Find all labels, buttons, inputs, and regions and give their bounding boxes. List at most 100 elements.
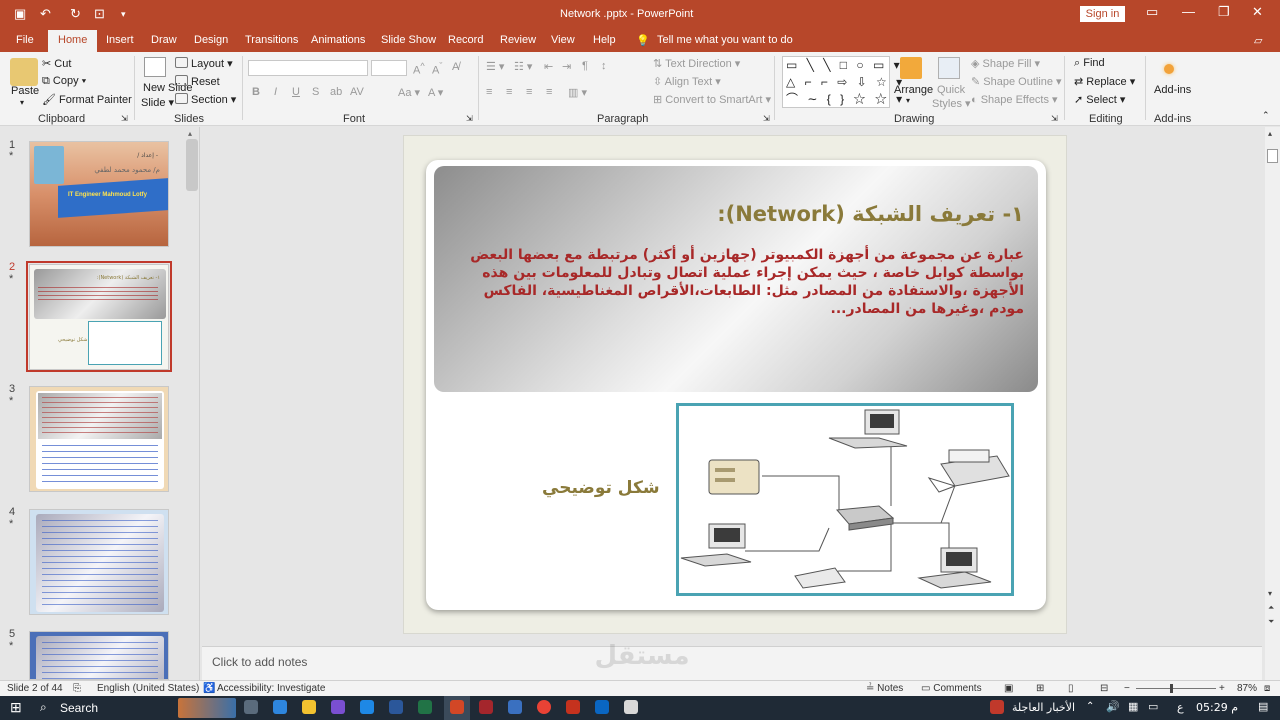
- mail-icon[interactable]: [360, 700, 374, 714]
- zoom-out-button[interactable]: −: [1124, 683, 1130, 694]
- bullets-icon[interactable]: ☰ ▾: [486, 60, 504, 73]
- clipboard-launcher-icon[interactable]: ⇲: [121, 114, 128, 123]
- edge-icon[interactable]: [273, 700, 287, 714]
- arrange-icon[interactable]: [900, 57, 922, 79]
- decrease-indent-icon[interactable]: ⇤: [544, 60, 553, 73]
- underline-icon[interactable]: U: [292, 86, 300, 98]
- diagram-caption[interactable]: شكل توضيحي: [542, 478, 660, 498]
- increase-indent-icon[interactable]: ⇥: [562, 60, 571, 73]
- battery-icon[interactable]: ▭: [1148, 700, 1158, 713]
- zoom-slider-thumb[interactable]: [1170, 684, 1173, 693]
- undo-icon[interactable]: ↶: [40, 6, 51, 22]
- arrange-button[interactable]: Arrange: [894, 84, 933, 96]
- news-icon[interactable]: [990, 700, 1004, 714]
- italic-icon[interactable]: I: [274, 86, 277, 98]
- comments-icon[interactable]: ▱: [1254, 34, 1262, 47]
- new-slide-icon[interactable]: [144, 57, 166, 77]
- slide-thumbnail-3[interactable]: [29, 386, 169, 492]
- paragraph-launcher-icon[interactable]: ⇲: [763, 114, 770, 123]
- visio-icon[interactable]: [508, 700, 522, 714]
- zoom-in-button[interactable]: +: [1219, 683, 1225, 694]
- slide-2[interactable]: ١- تعريف الشبكة (Network): عبارة عن مجمو…: [403, 135, 1067, 634]
- scroll-up-icon[interactable]: ▴: [1268, 129, 1272, 138]
- add-ins-icon[interactable]: [1164, 64, 1174, 74]
- arrange-dropdown-icon[interactable]: ▾: [906, 96, 910, 105]
- line-spacing-icon[interactable]: ↕: [601, 60, 607, 72]
- slide-title[interactable]: ١- تعريف الشبكة (Network):: [717, 202, 1024, 226]
- copy-button[interactable]: ⧉ Copy ▾: [42, 75, 86, 88]
- decrease-font-icon[interactable]: Aˇ: [432, 61, 442, 77]
- customize-qat-icon[interactable]: ▾: [121, 9, 126, 20]
- center-icon[interactable]: ≡: [506, 86, 512, 98]
- language-indicator[interactable]: English (United States): [97, 683, 199, 694]
- numbering-icon[interactable]: ☷ ▾: [514, 60, 532, 73]
- canvas-scrollbar[interactable]: ▴ ▾ ⏶ ⏷: [1265, 127, 1280, 680]
- close-button[interactable]: ✕: [1252, 4, 1263, 20]
- shape-effects-button[interactable]: ◐ Shape Effects ▾: [971, 93, 1058, 106]
- minimize-button[interactable]: —: [1182, 4, 1195, 19]
- notification-icon[interactable]: ▤: [1258, 700, 1268, 713]
- bold-icon[interactable]: B: [252, 86, 260, 98]
- spacing-icon[interactable]: AV: [350, 86, 364, 98]
- sign-in-button[interactable]: Sign in: [1080, 6, 1125, 22]
- tab-file[interactable]: File: [16, 34, 34, 46]
- slideshow-view-icon[interactable]: ⊟: [1100, 683, 1108, 694]
- slide-thumbnail-5[interactable]: [29, 631, 169, 680]
- paste-button[interactable]: Paste: [11, 85, 39, 97]
- slide-sorter-icon[interactable]: ⊞: [1036, 683, 1044, 694]
- format-painter-button[interactable]: 🖌 Format Painter: [42, 93, 132, 106]
- excel-icon[interactable]: [418, 700, 432, 714]
- change-case-icon[interactable]: Aa ▾: [398, 86, 420, 99]
- notes-button[interactable]: ≟ Notes: [866, 683, 903, 694]
- notes-pane[interactable]: Click to add notes مستقل: [202, 641, 1262, 680]
- shapes-gallery[interactable]: ▭ ╲ ╲ □ ○ ▭ ▾ △ ⌐ ⌐ ⇨ ⇩ ☆ ▾ ⌒ ∼ { } ☆ ☆ ▾: [782, 56, 902, 108]
- network-diagram[interactable]: [676, 403, 1014, 596]
- tray-overflow-icon[interactable]: ⌃: [1086, 701, 1094, 712]
- font-size-combo[interactable]: [371, 60, 407, 76]
- task-view-icon[interactable]: [244, 700, 258, 714]
- tab-view[interactable]: View: [551, 34, 575, 46]
- quick-styles-button[interactable]: Styles ▾: [932, 97, 971, 110]
- tab-animations[interactable]: Animations: [311, 34, 365, 46]
- news-ticker[interactable]: الأخبار العاجلة: [1012, 701, 1075, 714]
- taskbar-search[interactable]: Search: [60, 701, 98, 715]
- tab-slide-show[interactable]: Slide Show: [381, 34, 436, 46]
- tab-design[interactable]: Design: [194, 34, 228, 46]
- find-button[interactable]: ⌕ Find: [1074, 57, 1105, 70]
- tab-insert[interactable]: Insert: [106, 34, 134, 46]
- quick-button[interactable]: Quick: [937, 84, 965, 96]
- volume-icon[interactable]: 🔊: [1106, 700, 1120, 713]
- start-from-beginning-icon[interactable]: ⊡: [94, 6, 105, 22]
- paste-icon[interactable]: [10, 58, 38, 86]
- add-ins-button[interactable]: Add-ins: [1154, 84, 1191, 96]
- reset-button[interactable]: Reset: [175, 75, 220, 88]
- quick-styles-icon[interactable]: [938, 57, 960, 79]
- align-text-button[interactable]: ⇳ Align Text ▾: [653, 75, 721, 88]
- comments-button[interactable]: ▭ Comments: [921, 683, 982, 694]
- tab-home[interactable]: Home: [48, 30, 98, 52]
- layout-button[interactable]: Layout ▾: [175, 57, 233, 70]
- clock[interactable]: 05:29 م: [1196, 701, 1238, 714]
- slide-button[interactable]: Slide ▾: [141, 96, 174, 109]
- input-language[interactable]: ع: [1177, 701, 1184, 714]
- collapse-ribbon-icon[interactable]: ⌃: [1262, 110, 1270, 121]
- strikethrough-icon[interactable]: S: [312, 86, 319, 98]
- tab-draw[interactable]: Draw: [151, 34, 177, 46]
- tell-me-search[interactable]: Tell me what you want to do: [657, 34, 793, 46]
- store-icon[interactable]: [331, 700, 345, 714]
- network-icon[interactable]: ▦: [1128, 700, 1138, 713]
- font-name-combo[interactable]: [248, 60, 368, 76]
- reading-view-icon[interactable]: ▯: [1068, 683, 1074, 694]
- clear-formatting-icon[interactable]: A̸: [452, 61, 459, 73]
- word-icon[interactable]: [389, 700, 403, 714]
- character-spacing-icon[interactable]: ab: [330, 86, 342, 98]
- slide-thumbnail-4[interactable]: [29, 509, 169, 615]
- section-button[interactable]: Section ▾: [175, 93, 236, 106]
- outlook-icon[interactable]: [595, 700, 609, 714]
- increase-font-icon[interactable]: A^: [413, 61, 425, 77]
- cut-button[interactable]: ✂ Cut: [42, 57, 71, 70]
- align-right-icon[interactable]: ≡: [526, 86, 532, 98]
- drawing-launcher-icon[interactable]: ⇲: [1051, 114, 1058, 123]
- select-button[interactable]: ➚ Select ▾: [1074, 93, 1125, 106]
- thumbnail-scroll-up-icon[interactable]: ▴: [188, 129, 192, 138]
